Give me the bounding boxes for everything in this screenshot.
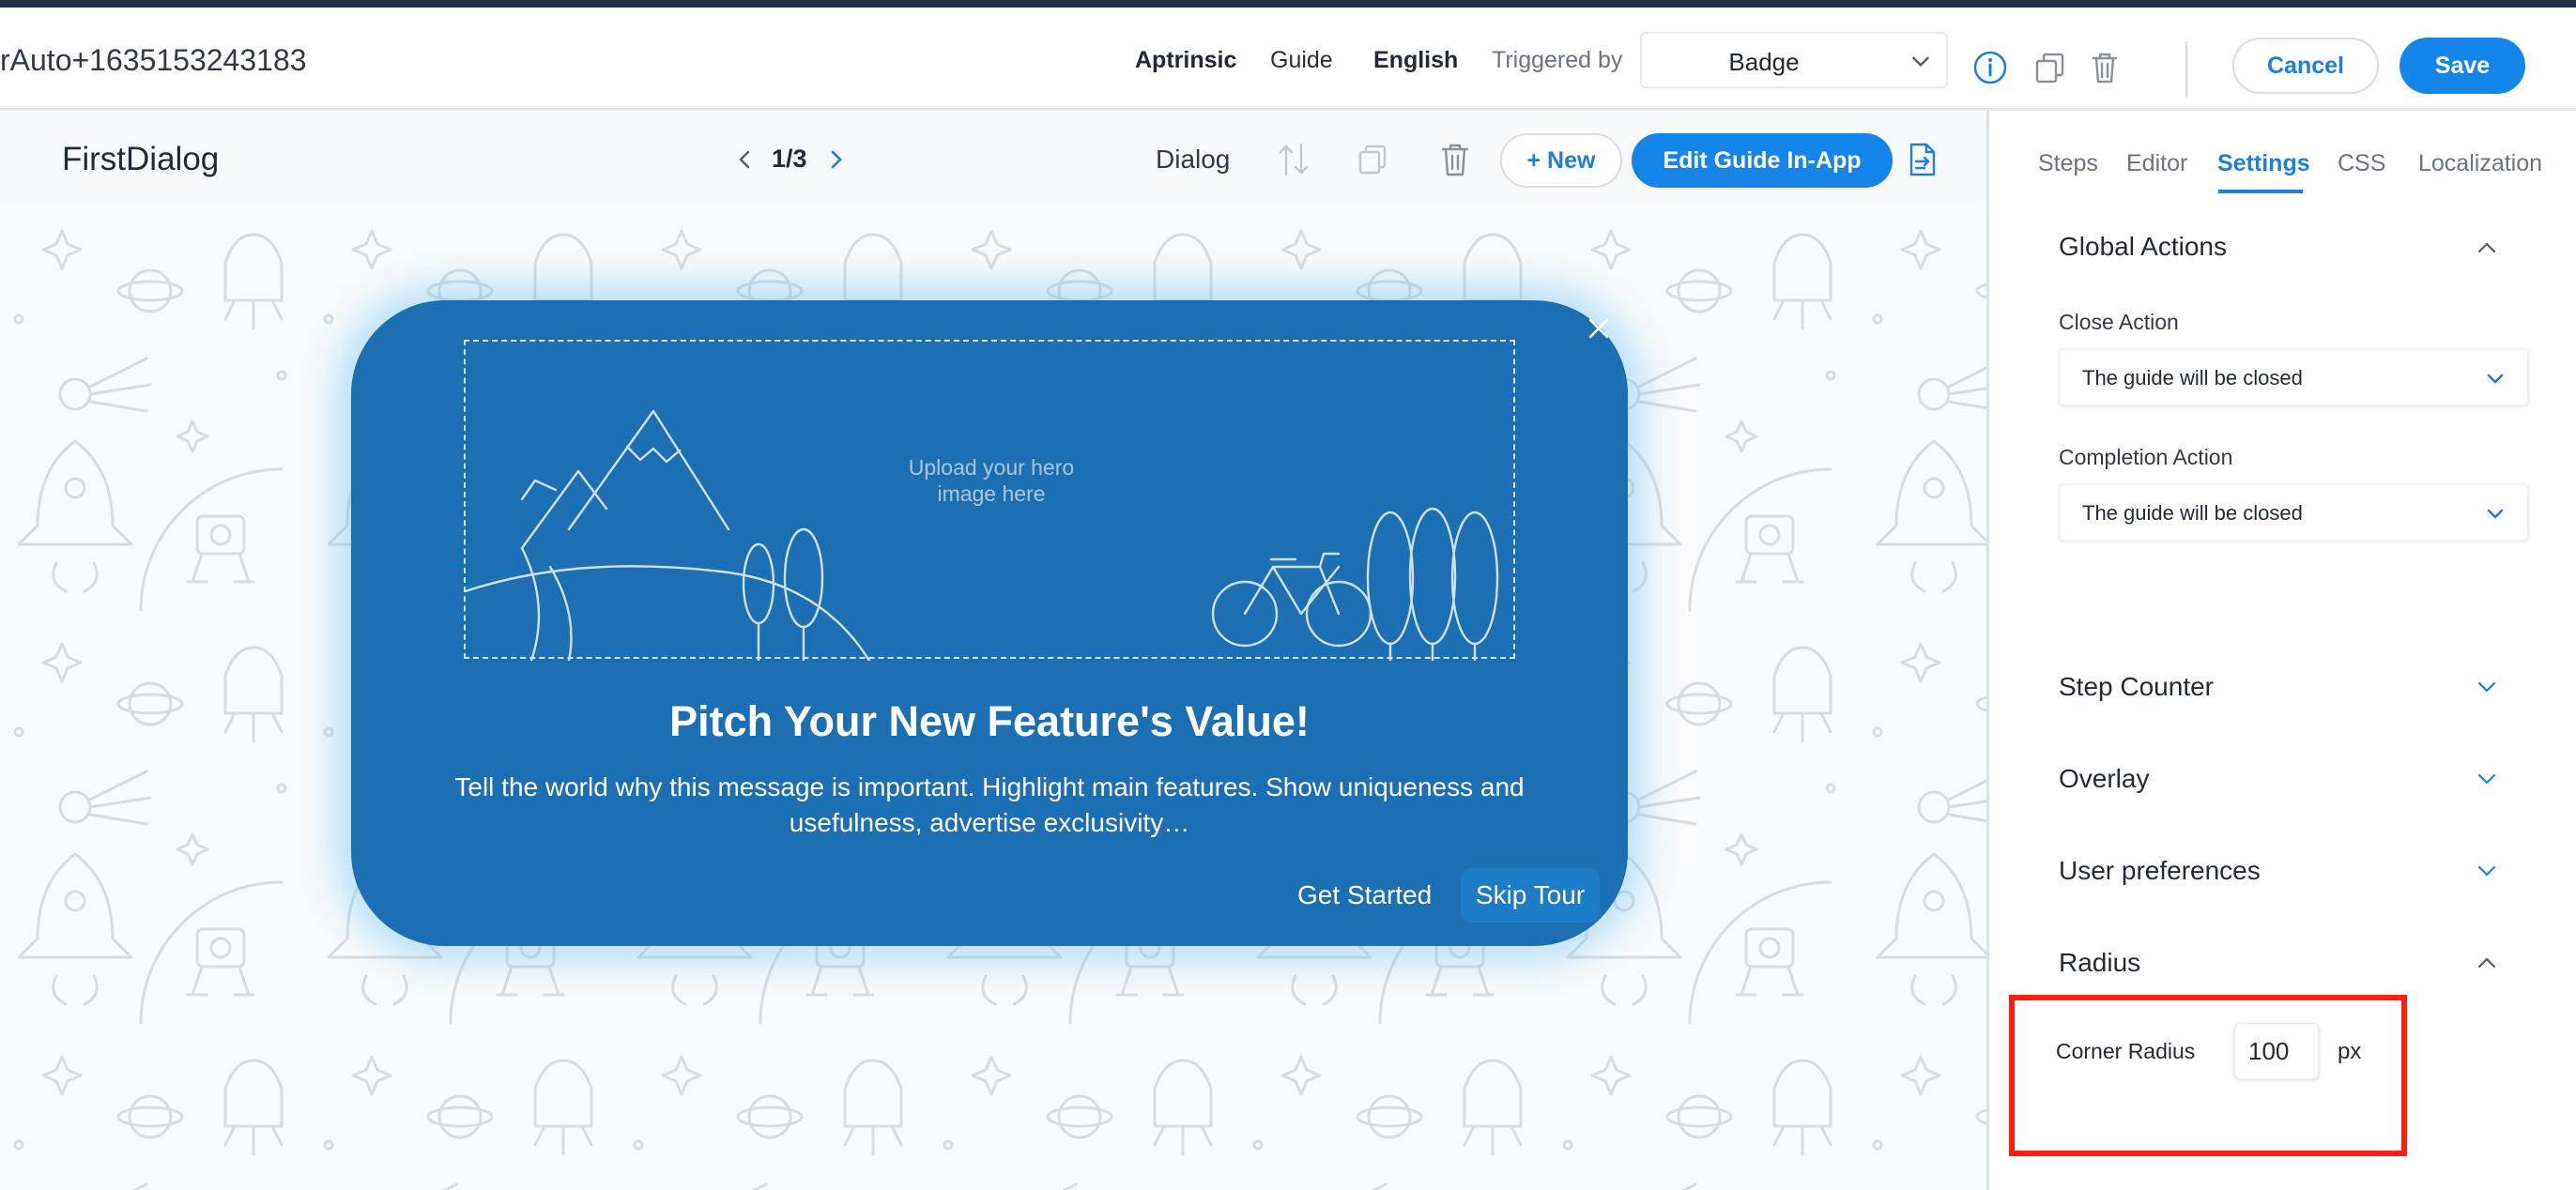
cancel-button[interactable]: Cancel [2232,38,2379,94]
chevron-up-icon[interactable] [2474,235,2500,261]
close-action-select[interactable]: The guide will be closed [2059,349,2528,405]
get-started-button[interactable]: Get Started [1286,868,1443,923]
trash-icon[interactable] [1434,139,1476,180]
radius-title[interactable]: Radius [2059,948,2140,978]
hero-image-placeholder[interactable]: Upload your hero image here [464,340,1517,661]
step-name: FirstDialog [62,141,220,177]
edit-in-app-button[interactable]: Edit Guide In-App [1632,133,1893,188]
chevron-down-icon[interactable] [2474,858,2500,884]
tab-css[interactable]: CSS [2338,150,2385,177]
panel-tabs: Steps Editor Settings CSS Localization [1989,111,2576,205]
dialog-title[interactable]: Pitch Your New Feature's Value! [351,697,1628,746]
tab-localization[interactable]: Localization [2418,150,2542,177]
step-pager: 1/3 [734,143,847,176]
trigger-select[interactable]: Badge [1640,32,1948,88]
close-action-value: The guide will be closed [2082,366,2303,389]
tab-steps[interactable]: Steps [2038,150,2098,177]
chevron-down-icon[interactable] [2474,674,2500,700]
save-button[interactable]: Save [2400,38,2525,94]
corner-radius-label: Corner Radius [2056,1039,2196,1063]
new-step-button[interactable]: + New [1500,133,1622,188]
language-link[interactable]: English [1373,47,1458,74]
export-icon[interactable] [1902,139,1943,180]
triggered-by-label: Triggered by [1492,47,1623,73]
corner-radius-unit: px [2338,1039,2362,1064]
active-tab-indicator [2218,190,2303,193]
product-link[interactable]: Aptrinsic [1135,47,1236,74]
copy-icon[interactable] [2032,49,2069,86]
corner-radius-input[interactable]: 100 [2234,1023,2319,1079]
chevron-down-icon [1912,56,1929,68]
chevron-down-icon [2487,374,2504,384]
guide-link[interactable]: Guide [1270,47,1333,74]
reorder-icon[interactable] [1273,139,1314,180]
completion-action-select[interactable]: The guide will be closed [2059,484,2528,541]
close-icon[interactable] [1585,314,1613,343]
trigger-select-value: Badge [1728,48,1800,76]
completion-action-value: The guide will be closed [2082,501,2303,525]
overlay-title[interactable]: Overlay [2059,764,2149,794]
radius-highlight-box [2009,995,2407,1156]
duplicate-icon[interactable] [1352,139,1393,180]
chevron-up-icon[interactable] [2474,950,2500,976]
info-icon[interactable] [1971,49,2009,86]
dialog-body[interactable]: Tell the world why this message is impor… [441,770,1538,841]
chevron-right-icon[interactable] [824,148,847,171]
chevron-down-icon [2487,509,2504,519]
tab-editor[interactable]: Editor [2126,150,2187,177]
chevron-down-icon[interactable] [2474,766,2500,792]
skip-tour-button[interactable]: Skip Tour [1461,868,1600,923]
hero-placeholder-line2: image here [937,481,1046,506]
step-counter-title[interactable]: Step Counter [2059,672,2214,702]
tab-settings[interactable]: Settings [2217,150,2310,177]
step-type: Dialog [1156,145,1231,174]
hero-placeholder-text: Upload your hero image here [466,454,1517,507]
top-strip [0,0,2576,8]
user-preferences-title[interactable]: User preferences [2059,856,2261,886]
hero-placeholder-line1: Upload your hero [908,455,1075,480]
guide-canvas: Upload your hero image here Pitch Your N… [0,206,1986,1190]
close-action-label: Close Action [2059,310,2179,334]
header-divider [2185,41,2187,98]
step-count: 1/3 [772,145,807,173]
completion-action-label: Completion Action [2059,445,2233,469]
guide-name: rAuto+1635153243183 [0,43,307,77]
header: rAuto+1635153243183 Aptrinsic Guide Engl… [0,8,2576,111]
step-toolbar: FirstDialog 1/3 Dialog + New Edit Guide … [0,111,1986,206]
global-actions-title[interactable]: Global Actions [2059,232,2227,262]
trash-icon[interactable] [2086,49,2124,86]
chevron-left-icon[interactable] [734,148,757,171]
